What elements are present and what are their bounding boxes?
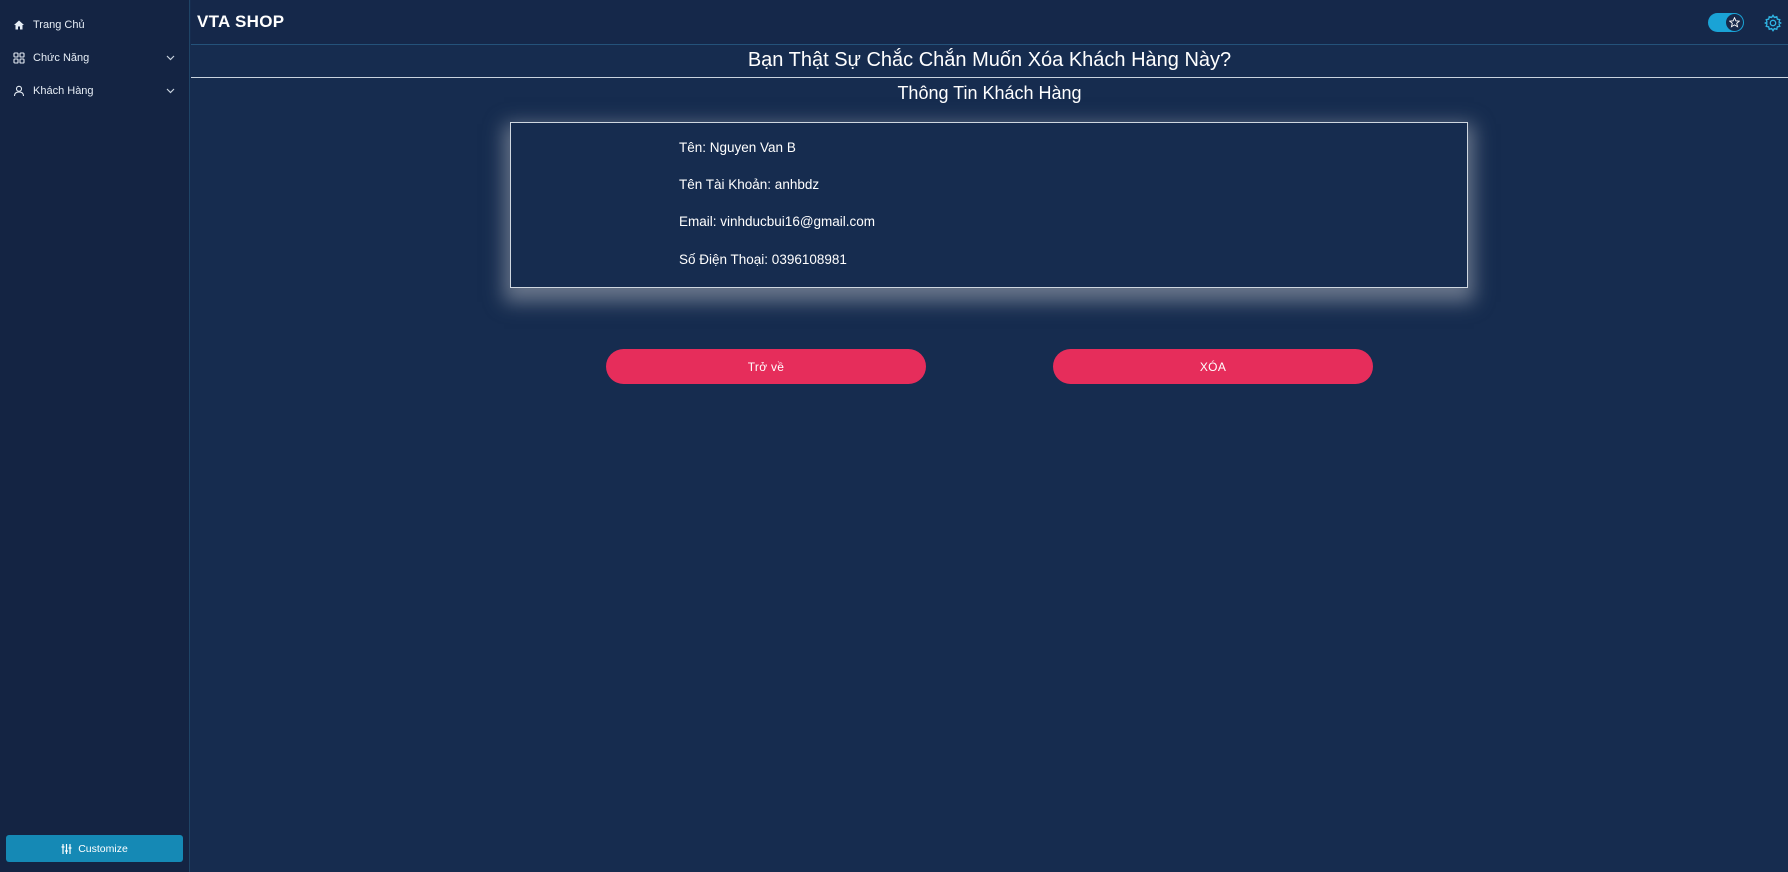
customer-info-card: Tên: Nguyen Van B Tên Tài Khoản: anhbdz … [510,122,1468,288]
theme-toggle[interactable] [1708,13,1744,32]
section-title: Thông Tin Khách Hàng [897,83,1082,103]
main-content: Bạn Thật Sự Chắc Chắn Muốn Xóa Khách Hàn… [191,46,1788,872]
customer-phone: Số Điện Thoại: 0396108981 [679,252,847,267]
user-icon [12,84,26,98]
sidebar-item-customers[interactable]: Khách Hàng [0,74,189,107]
customer-name: Tên: Nguyen Van B [679,140,796,155]
gear-icon[interactable] [1762,12,1784,34]
customer-username: Tên Tài Khoản: anhbdz [679,177,820,192]
sliders-icon [61,843,72,854]
sidebar-item-home[interactable]: Trang Chủ [0,8,189,41]
chevron-down-icon[interactable] [165,86,175,96]
sidebar-item-label: Khách Hàng [33,84,94,97]
customize-button[interactable]: Customize [6,835,183,862]
delete-button[interactable]: XÓA [1053,349,1373,384]
customize-label: Customize [78,842,128,855]
customer-email: Email: vinhducbui16@gmail.com [679,214,876,229]
back-button[interactable]: Trở về [606,349,926,384]
chevron-down-icon[interactable] [165,53,175,63]
sidebar-item-label: Trang Chủ [33,18,85,31]
sidebar-item-label: Chức Năng [33,51,90,64]
brand-title: VTA SHOP [197,12,285,31]
sidebar: Trang Chủ Chức Năng Khách Hàng Customize [0,0,190,872]
star-icon [1726,14,1743,31]
sidebar-item-functions[interactable]: Chức Năng [0,41,189,74]
home-icon [12,18,26,32]
top-bar: VTA SHOP [191,0,1788,45]
grid-icon [12,51,26,65]
title-divider [191,77,1788,78]
page-title: Bạn Thật Sự Chắc Chắn Muốn Xóa Khách Hàn… [747,49,1232,71]
